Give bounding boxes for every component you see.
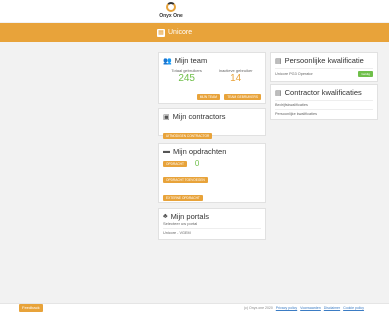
list-item[interactable]: Unicore - VGEM [163,228,261,235]
card-contractor-kwalificaties: ▤ Contractor kwalificaties Bedrijfskwali… [270,84,378,120]
assignment-count: 0 [194,159,200,168]
top-bar [0,0,389,22]
inactive-users-value: 14 [230,73,242,84]
external-assignment-button[interactable]: EXTERNE OPDRACHT [163,195,203,201]
portal-icon: ♣ [163,213,168,220]
my-team-button[interactable]: MIJN TEAM [196,94,220,100]
card-title: 👥 Mijn team [163,56,208,65]
feedback-button[interactable]: Feedback [19,304,43,312]
contractor-icon: ▣ [163,113,170,121]
card-title: ▤ Contractor kwalificaties [275,88,362,97]
total-users-value: 245 [178,73,195,84]
logo-icon [166,2,176,12]
privacy-link[interactable]: Privacy policy [276,306,297,310]
card-title: ▬ Mijn opdrachten [163,147,227,156]
team-icon: 👥 [163,57,172,65]
list-item[interactable]: Bedrijfskwalificaties [275,100,373,107]
footer-links: (c) Onyx.one 2020 Privacy policy Voorwaa… [244,306,366,310]
document-icon: ▤ [275,89,282,97]
add-assignment-button[interactable]: OPDRACHT TOEVOEGEN [163,177,208,183]
card-persoonlijke-kwalificatie: ▤ Persoonlijke kwalificatie Unicore PG3 … [270,52,378,82]
disclaimer-link[interactable]: Disclaimer [324,306,340,310]
portals-subtitle: Selecteer uw portal [163,221,198,226]
invite-contractor-button[interactable]: UITNODIGEN CONTRACTOR [163,133,213,139]
team-stats: Totaal gebruikers 245 Inactieve gebruike… [163,68,261,84]
document-icon: ▤ [275,57,282,65]
list-item[interactable]: Persoonlijke kwalificaties [275,109,373,116]
status-badge: Geldig [358,71,373,77]
cookie-link[interactable]: Cookie policy [343,306,364,310]
team-users-button[interactable]: TEAM GEBRUIKERS [224,94,261,100]
org-title: ▦ Unicore [157,28,192,37]
org-header-bar [0,23,389,42]
card-mijn-opdrachten: ▬ Mijn opdrachten OPDRACHT 0 OPDRACHT TO… [158,143,266,219]
copyright: (c) Onyx.one 2020 [244,306,273,310]
building-icon: ▦ [157,28,165,37]
card-title: ▣ Mijn contractors [163,112,226,121]
card-mijn-portals: ♣ Mijn portals Selecteer uw portal Unico… [158,208,266,240]
assignment-button[interactable]: OPDRACHT [163,160,187,167]
card-mijn-contractors: ▣ Mijn contractors UITNODIGEN CONTRACTOR [158,108,266,139]
list-item[interactable]: Unicore PG3 Operator Geldig [275,68,373,77]
assignment-icon: ▬ [163,148,170,155]
terms-link[interactable]: Voorwaarden [300,306,321,310]
card-title: ▤ Persoonlijke kwalificatie [275,56,364,65]
logo[interactable]: Onyx One [156,2,186,22]
card-mijn-team: 👥 Mijn team Totaal gebruikers 245 Inacti… [158,52,266,104]
org-name: Unicore [168,29,193,36]
card-title: ♣ Mijn portals [163,212,209,221]
logo-text: Onyx One [159,13,183,19]
